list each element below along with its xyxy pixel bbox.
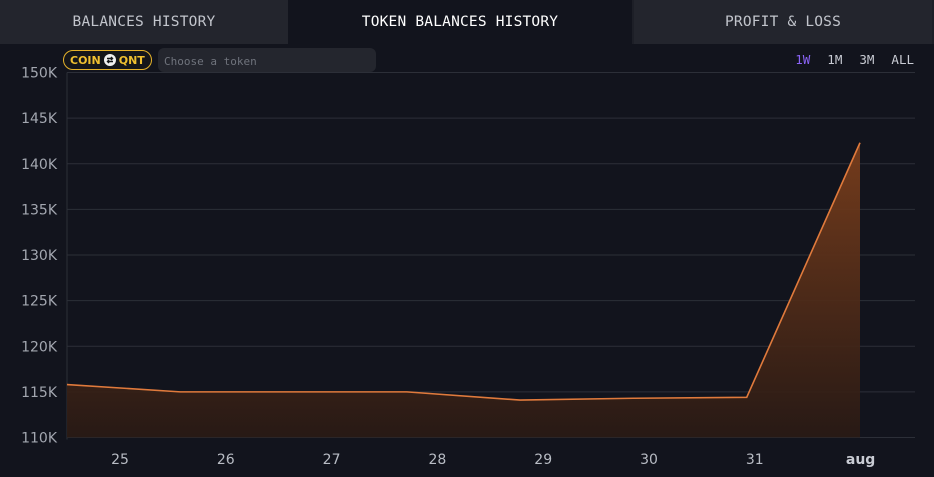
token-symbol-label: QNT [118, 53, 145, 67]
x-tick-label: aug [846, 452, 875, 468]
x-tick-label: 28 [428, 452, 446, 468]
x-tick-label: 25 [111, 452, 129, 468]
y-tick-label: 145K [21, 111, 58, 127]
coin-token-toggle[interactable]: COIN QNT [63, 50, 152, 70]
x-tick-label: 30 [640, 452, 658, 468]
balance-line [66, 142, 861, 401]
range-1w[interactable]: 1W [795, 52, 810, 67]
filter-bar: COIN QNT 1W 1M 3M ALL [0, 44, 934, 76]
x-tick-label: 29 [534, 452, 552, 468]
range-1m[interactable]: 1M [827, 52, 842, 67]
x-tick-label: 27 [323, 452, 341, 468]
y-tick-label: 115K [21, 385, 58, 401]
swap-icon [103, 54, 116, 66]
y-tick-label: 120K [21, 339, 58, 355]
x-tick-label: 26 [217, 452, 235, 468]
range-all[interactable]: ALL [891, 52, 914, 67]
y-tick-label: 135K [21, 202, 58, 218]
y-tick-label: 140K [21, 157, 58, 173]
token-search-input[interactable] [158, 48, 376, 72]
time-range-selector: 1W 1M 3M ALL [795, 52, 914, 67]
y-tick-label: 110K [21, 431, 58, 447]
y-tick-label: 130K [21, 248, 58, 264]
x-tick-label: 31 [746, 452, 764, 468]
coin-label: COIN [70, 53, 101, 67]
range-3m[interactable]: 3M [859, 52, 874, 67]
y-tick-label: 125K [21, 294, 58, 310]
balance-area [67, 142, 860, 438]
